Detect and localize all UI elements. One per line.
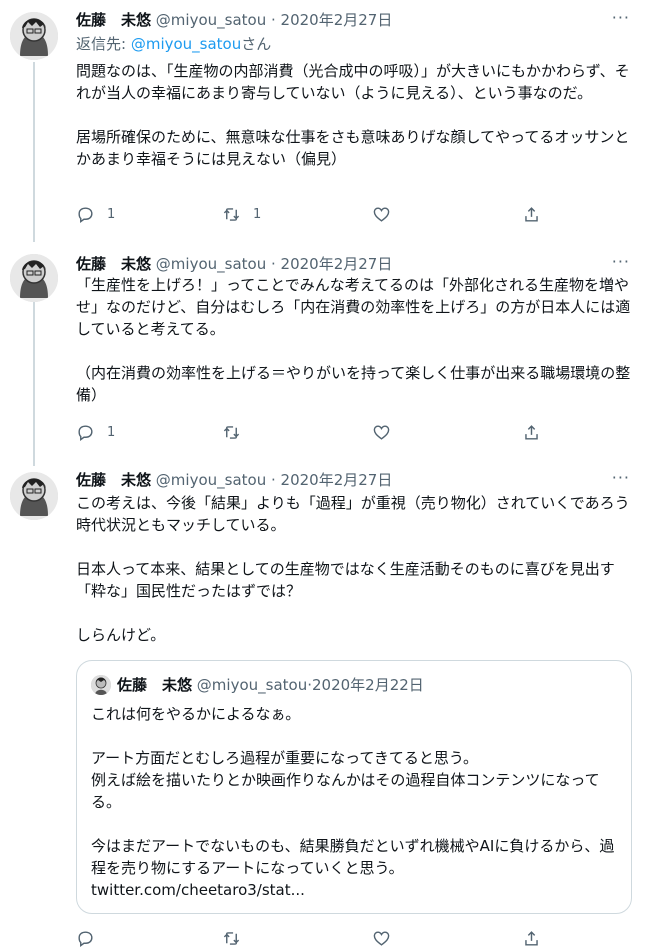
quoted-link[interactable]: twitter.com/cheetaro3/stat... — [91, 881, 305, 899]
quoted-tweet-header: 佐藤 未悠 @miyou_satou · 2020年2月22日 — [91, 675, 424, 695]
quoted-avatar — [91, 675, 111, 695]
retweet-button[interactable] — [222, 423, 253, 442]
heart-icon — [373, 425, 390, 440]
tweet-date[interactable]: 2020年2月27日 — [281, 11, 393, 29]
like-button[interactable] — [372, 423, 403, 442]
reply-count: 1 — [107, 425, 116, 440]
heart-icon — [373, 207, 390, 222]
tweet[interactable]: 佐藤 未悠 @miyou_satou · 2020年2月27日 ··· 「生産性… — [0, 240, 646, 460]
tweet-paragraph: 日本人って本来、結果としての生産物ではなく生産活動そのものに喜びを見出す「粋な」… — [76, 560, 615, 600]
tweet-actions: 1 — [76, 423, 546, 443]
tweet-date[interactable]: 2020年2月27日 — [281, 471, 393, 489]
reply-to-handle[interactable]: @miyou_satou — [131, 35, 241, 53]
tweet-header: 佐藤 未悠 @miyou_satou · 2020年2月27日 — [76, 10, 392, 30]
reply-to-suffix: さん — [241, 35, 272, 53]
more-icon[interactable]: ··· — [612, 468, 630, 487]
share-button[interactable] — [522, 423, 541, 442]
quoted-tweet[interactable]: 佐藤 未悠 @miyou_satou · 2020年2月22日 これは何をやるか… — [76, 660, 632, 914]
tweet-header: 佐藤 未悠 @miyou_satou · 2020年2月27日 — [76, 470, 392, 490]
avatar[interactable] — [10, 254, 58, 302]
retweet-count: 1 — [253, 207, 262, 222]
separator-dot: · — [266, 11, 281, 29]
reply-icon — [78, 207, 93, 224]
reply-count: 1 — [107, 207, 116, 222]
reply-icon — [78, 425, 93, 442]
author-handle[interactable]: @miyou_satou — [156, 471, 266, 489]
author-handle[interactable]: @miyou_satou — [156, 255, 266, 273]
separator-dot: · — [266, 255, 281, 273]
tweet-paragraph: しらんけど。 — [76, 626, 166, 644]
tweet-paragraph: 居場所確保のために、無意味な仕事をさも意味ありげな顔してやってるオッサンとかあま… — [76, 128, 630, 168]
tweet-paragraph: （内在消費の効率性を上げる＝やりがいを持って楽しく仕事が出来る職場環境の整備） — [76, 364, 631, 404]
author-name[interactable]: 佐藤 未悠 — [76, 255, 151, 273]
tweet[interactable]: 佐藤 未悠 @miyou_satou · 2020年2月27日 ··· この考え… — [0, 460, 646, 948]
tweet-text: この考えは、今後「結果」よりも「過程」が重視（売り物化）されていくであろう時代状… — [76, 492, 632, 646]
quoted-author-handle: @miyou_satou — [196, 676, 308, 694]
author-handle[interactable]: @miyou_satou — [156, 11, 266, 29]
quoted-author-name: 佐藤 未悠 — [117, 676, 193, 694]
quoted-paragraph: アート方面だとむしろ過程が重要になってきてると思う。 例えば絵を描いたりとか映画… — [91, 749, 600, 811]
quoted-paragraph-text: 今はまだアートでないものも、結果勝負だといずれ機械やAIに負けるから、過程を売り… — [91, 837, 615, 877]
reply-to-prefix: 返信先: — [76, 35, 131, 53]
separator-dot: · — [266, 471, 281, 489]
quoted-paragraph: 今はまだアートでないものも、結果勝負だといずれ機械やAIに負けるから、過程を売り… — [91, 835, 619, 901]
share-button[interactable] — [522, 205, 541, 224]
reply-button[interactable]: 1 — [76, 423, 115, 442]
tweet-text: 問題なのは、「生産物の内部消費（光合成中の呼吸）」が大きいにもかかわらず、それが… — [76, 60, 632, 170]
reply-button[interactable]: 1 — [76, 205, 115, 224]
quoted-paragraph: これは何をやるかによるなぁ。 — [91, 705, 301, 723]
retweet-icon — [223, 426, 240, 439]
quoted-tweet-text: これは何をやるかによるなぁ。 アート方面だとむしろ過程が重要になってきてると思う… — [91, 703, 619, 901]
tweet-header: 佐藤 未悠 @miyou_satou · 2020年2月27日 — [76, 254, 392, 274]
quoted-tweet-date: 2020年2月22日 — [312, 676, 424, 694]
share-icon — [525, 207, 538, 222]
retweet-button[interactable]: 1 — [222, 205, 261, 224]
tweet-actions — [76, 929, 546, 949]
author-name[interactable]: 佐藤 未悠 — [76, 471, 151, 489]
share-icon — [525, 425, 538, 440]
tweet-text: 「生産性を上げろ！」ってことでみんな考えてるのは「外部化される生産物を増やせ」な… — [76, 274, 632, 406]
more-icon[interactable]: ··· — [612, 8, 630, 27]
avatar[interactable] — [10, 12, 58, 60]
tweet-actions: 1 1 — [76, 205, 546, 225]
like-button[interactable] — [372, 205, 403, 224]
reply-to-line: 返信先: @miyou_satouさん — [76, 34, 271, 54]
tweet-paragraph: 問題なのは、「生産物の内部消費（光合成中の呼吸）」が大きいにもかかわらず、それが… — [76, 62, 630, 102]
tweet[interactable]: 佐藤 未悠 @miyou_satou · 2020年2月27日 ··· 返信先:… — [0, 0, 646, 240]
retweet-icon — [223, 208, 240, 221]
tweet-date[interactable]: 2020年2月27日 — [281, 255, 393, 273]
author-name[interactable]: 佐藤 未悠 — [76, 11, 151, 29]
avatar[interactable] — [10, 472, 58, 520]
tweet-paragraph: 「生産性を上げろ！」ってことでみんな考えてるのは「外部化される生産物を増やせ」な… — [76, 276, 631, 338]
tweet-paragraph: この考えは、今後「結果」よりも「過程」が重視（売り物化）されていくであろう時代状… — [76, 494, 630, 534]
more-icon[interactable]: ··· — [612, 252, 630, 271]
